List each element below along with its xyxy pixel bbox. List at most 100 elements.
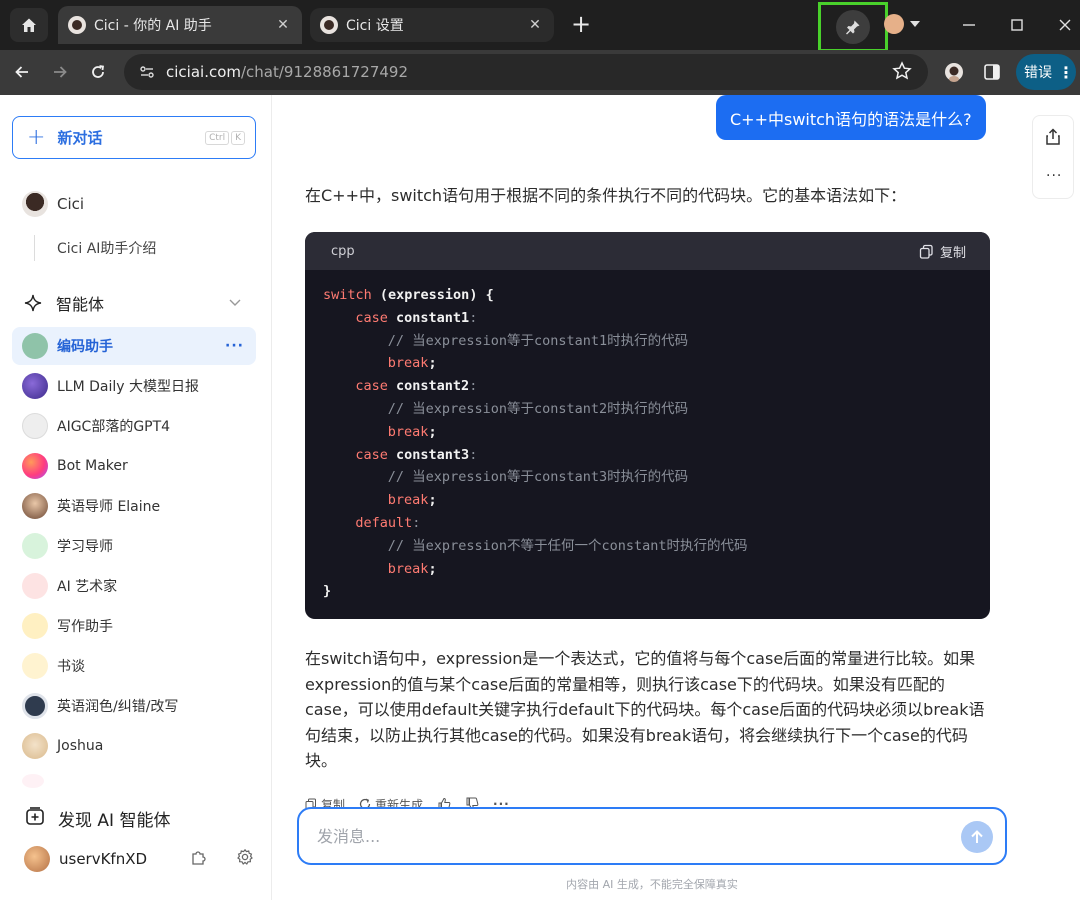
- tab-close-icon[interactable]: ✕: [526, 17, 544, 33]
- agent-avatar: [22, 413, 48, 439]
- sidebar-item-label: AIGC部落的GPT4: [57, 419, 171, 435]
- code-line: // 当expression等于constant1时执行的代码: [323, 330, 990, 353]
- sidebar-item-label: Bot Maker: [57, 458, 128, 474]
- send-button[interactable]: [961, 821, 993, 853]
- partially-hidden-item: [22, 774, 44, 788]
- code-punct: :: [469, 309, 478, 326]
- chat-panel: C++中switch语句的语法是什么? ··· 在C++中，switch语句用于…: [272, 95, 1080, 900]
- sidebar-item-study-tutor[interactable]: 学习导师: [12, 527, 256, 565]
- sidebar-item-cici[interactable]: Cici: [12, 185, 256, 223]
- agent-avatar: [22, 493, 48, 519]
- profile-icon: [945, 63, 963, 82]
- code-keyword: break: [387, 560, 429, 577]
- code-body: switch (expression) {case constant1:// 当…: [305, 270, 990, 603]
- site-info-icon: [140, 66, 154, 78]
- sidebar-item-bot-maker[interactable]: Bot Maker: [12, 447, 256, 485]
- code-keyword: break: [387, 355, 429, 372]
- sidebar-subitem-cici-intro[interactable]: Cici AI助手介绍: [34, 235, 156, 261]
- home-button[interactable]: [10, 8, 48, 42]
- sidebar-item-label: 学习导师: [57, 539, 113, 555]
- shortcut-key: Ctrl: [205, 131, 230, 145]
- message-input-box: [297, 807, 1007, 865]
- profile-button[interactable]: [940, 58, 968, 86]
- sidebar-item-aigc-gpt4[interactable]: AIGC部落的GPT4: [12, 407, 256, 445]
- cici-favicon-icon: [68, 16, 86, 34]
- site-info-button[interactable]: [136, 61, 158, 83]
- code-keyword: case: [355, 309, 388, 326]
- sidebar-item-label: 写作助手: [57, 619, 113, 635]
- pin-extension-highlight: [818, 2, 888, 52]
- bookmark-star-button[interactable]: [892, 61, 912, 85]
- sidebar-item-joshua[interactable]: Joshua: [12, 727, 256, 765]
- plugin-button[interactable]: [190, 848, 208, 870]
- share-icon: [1046, 128, 1060, 145]
- kebab-menu-icon: ⋮: [1058, 62, 1074, 82]
- code-text: ;: [428, 355, 437, 372]
- code-keyword: case: [355, 378, 388, 395]
- copy-code-button[interactable]: 复制: [919, 242, 966, 261]
- new-tab-button[interactable]: +: [566, 10, 596, 40]
- discover-icon: [24, 805, 46, 832]
- sidebar-item-label: 书谈: [57, 659, 85, 675]
- tab-close-icon[interactable]: ✕: [274, 17, 292, 33]
- new-chat-button[interactable]: + 新对话 Ctrl K: [12, 116, 256, 159]
- reload-icon: [92, 65, 105, 78]
- code-keyword: break: [387, 423, 429, 440]
- error-label: 错误: [1024, 65, 1052, 81]
- code-line: }: [323, 580, 990, 603]
- profile-menu-button[interactable]: [884, 14, 920, 34]
- sidebar-item-llm-daily[interactable]: LLM Daily 大模型日报: [12, 367, 256, 405]
- agent-avatar: [22, 733, 48, 759]
- sidebar-item-coding-assistant[interactable]: 编码助手 ···: [12, 327, 256, 365]
- sidebar-item-label: 英语润色/纠错/改写: [57, 699, 179, 715]
- discover-agents-button[interactable]: 发现 AI 智能体: [24, 805, 170, 832]
- cici-avatar: [22, 191, 48, 217]
- sidebar-icon: [984, 64, 1000, 80]
- tab-cici-chat[interactable]: Cici - 你的 AI 助手 ✕: [58, 6, 302, 44]
- forward-button[interactable]: [46, 58, 74, 86]
- code-punct: :: [412, 514, 421, 531]
- minimize-icon: [963, 24, 975, 26]
- sidebar-item-label: Joshua: [57, 738, 104, 754]
- close-window-button[interactable]: [1050, 10, 1080, 40]
- more-options-icon[interactable]: ···: [225, 338, 244, 354]
- back-button[interactable]: [8, 58, 36, 86]
- code-line: default:: [323, 512, 990, 535]
- tab-cici-settings[interactable]: Cici 设置 ✕: [310, 8, 554, 42]
- code-text: ;: [428, 560, 437, 577]
- settings-button[interactable]: [236, 848, 254, 870]
- sidebar-item-label: LLM Daily 大模型日报: [57, 379, 200, 395]
- code-text: constant1: [387, 309, 470, 326]
- shortcut-key: K: [231, 131, 245, 145]
- user-account[interactable]: uservKfnXD: [24, 846, 254, 872]
- agents-section-header[interactable]: 智能体: [12, 288, 256, 318]
- sidebar-item-book-talk[interactable]: 书谈: [12, 647, 256, 685]
- sidebar-item-english-polish[interactable]: 英语润色/纠错/改写: [12, 687, 256, 725]
- gear-icon: [237, 848, 253, 865]
- sidebar-item-ai-artist[interactable]: AI 艺术家: [12, 567, 256, 605]
- arrow-up-icon: [971, 830, 983, 843]
- code-line: case constant3:: [323, 444, 990, 467]
- code-text: constant3: [387, 446, 470, 463]
- sidebar-item-english-tutor[interactable]: 英语导师 Elaine: [12, 487, 256, 525]
- sidebar-item-writing-assistant[interactable]: 写作助手: [12, 607, 256, 645]
- user-avatar: [24, 846, 50, 872]
- maximize-button[interactable]: [1002, 10, 1032, 40]
- minimize-button[interactable]: [954, 10, 984, 40]
- code-punct: :: [469, 378, 478, 395]
- more-options-icon[interactable]: ···: [1046, 168, 1062, 184]
- code-comment: // 当expression不等于任何一个constant时执行的代码: [387, 537, 748, 554]
- tab-title: Cici - 你的 AI 助手: [94, 18, 212, 34]
- reload-button[interactable]: [84, 58, 112, 86]
- plus-icon: +: [27, 125, 46, 150]
- address-bar[interactable]: ciciai.com/chat/9128861727492: [124, 54, 928, 90]
- message-input[interactable]: [317, 826, 917, 846]
- pin-button[interactable]: [836, 10, 870, 44]
- pin-icon: [846, 20, 860, 35]
- error-menu-button[interactable]: 错误 ⋮: [1016, 54, 1076, 90]
- code-keyword: break: [387, 492, 429, 509]
- code-text: constant2: [387, 378, 470, 395]
- share-button[interactable]: [1045, 128, 1061, 150]
- home-icon: [22, 18, 36, 32]
- side-panel-button[interactable]: [978, 58, 1006, 86]
